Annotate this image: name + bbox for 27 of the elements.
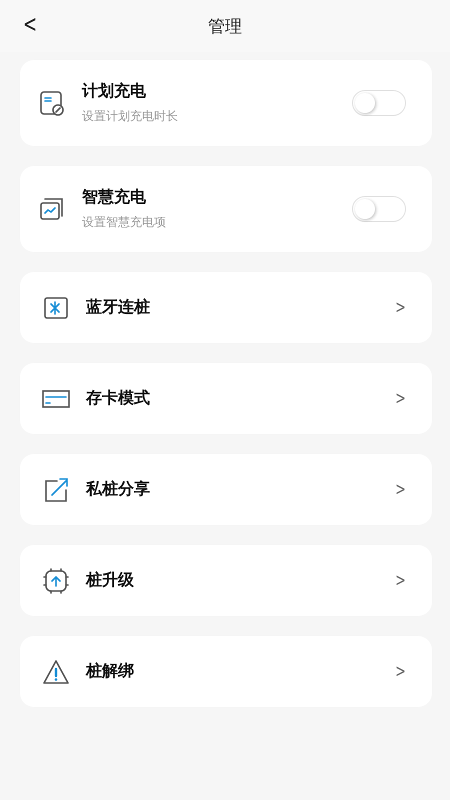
menu-item[interactable]: 蓝牙连桩 > [20,272,432,343]
toggle-switch[interactable] [352,90,406,116]
menu-item-label: 存卡模式 [86,388,151,409]
chevron-icon: > [395,388,406,409]
menu-item-label: 桩升级 [86,570,135,591]
chevron-icon: > [395,570,406,591]
share-icon [42,476,70,504]
setting-subtitle: 设置计划充电时长 [82,108,179,125]
menu-item-label: 蓝牙连桩 [86,297,151,318]
menu-item-label: 桩解绑 [86,661,135,682]
chart-icon [38,195,66,223]
back-button[interactable]: < [18,10,42,38]
toggle-switch[interactable] [352,196,406,222]
setting-title: 智慧充电 [82,187,147,208]
page-title: 管理 [208,16,242,38]
menu-item-label: 私桩分享 [86,479,151,500]
warning-icon [42,658,70,686]
chip-icon [42,566,70,594]
menu-item[interactable]: 桩解绑 > [20,636,432,707]
setting-title: 计划充电 [82,81,147,102]
menu-item[interactable]: 私桩分享 > [20,454,432,525]
setting-subtitle: 设置智慧充电项 [82,214,167,231]
chevron-icon: > [395,661,406,682]
menu-item[interactable]: 存卡模式 > [20,363,432,434]
menu-item[interactable]: 桩升级 > [20,545,432,616]
chevron-icon: > [395,297,406,318]
chevron-icon: > [395,479,406,500]
